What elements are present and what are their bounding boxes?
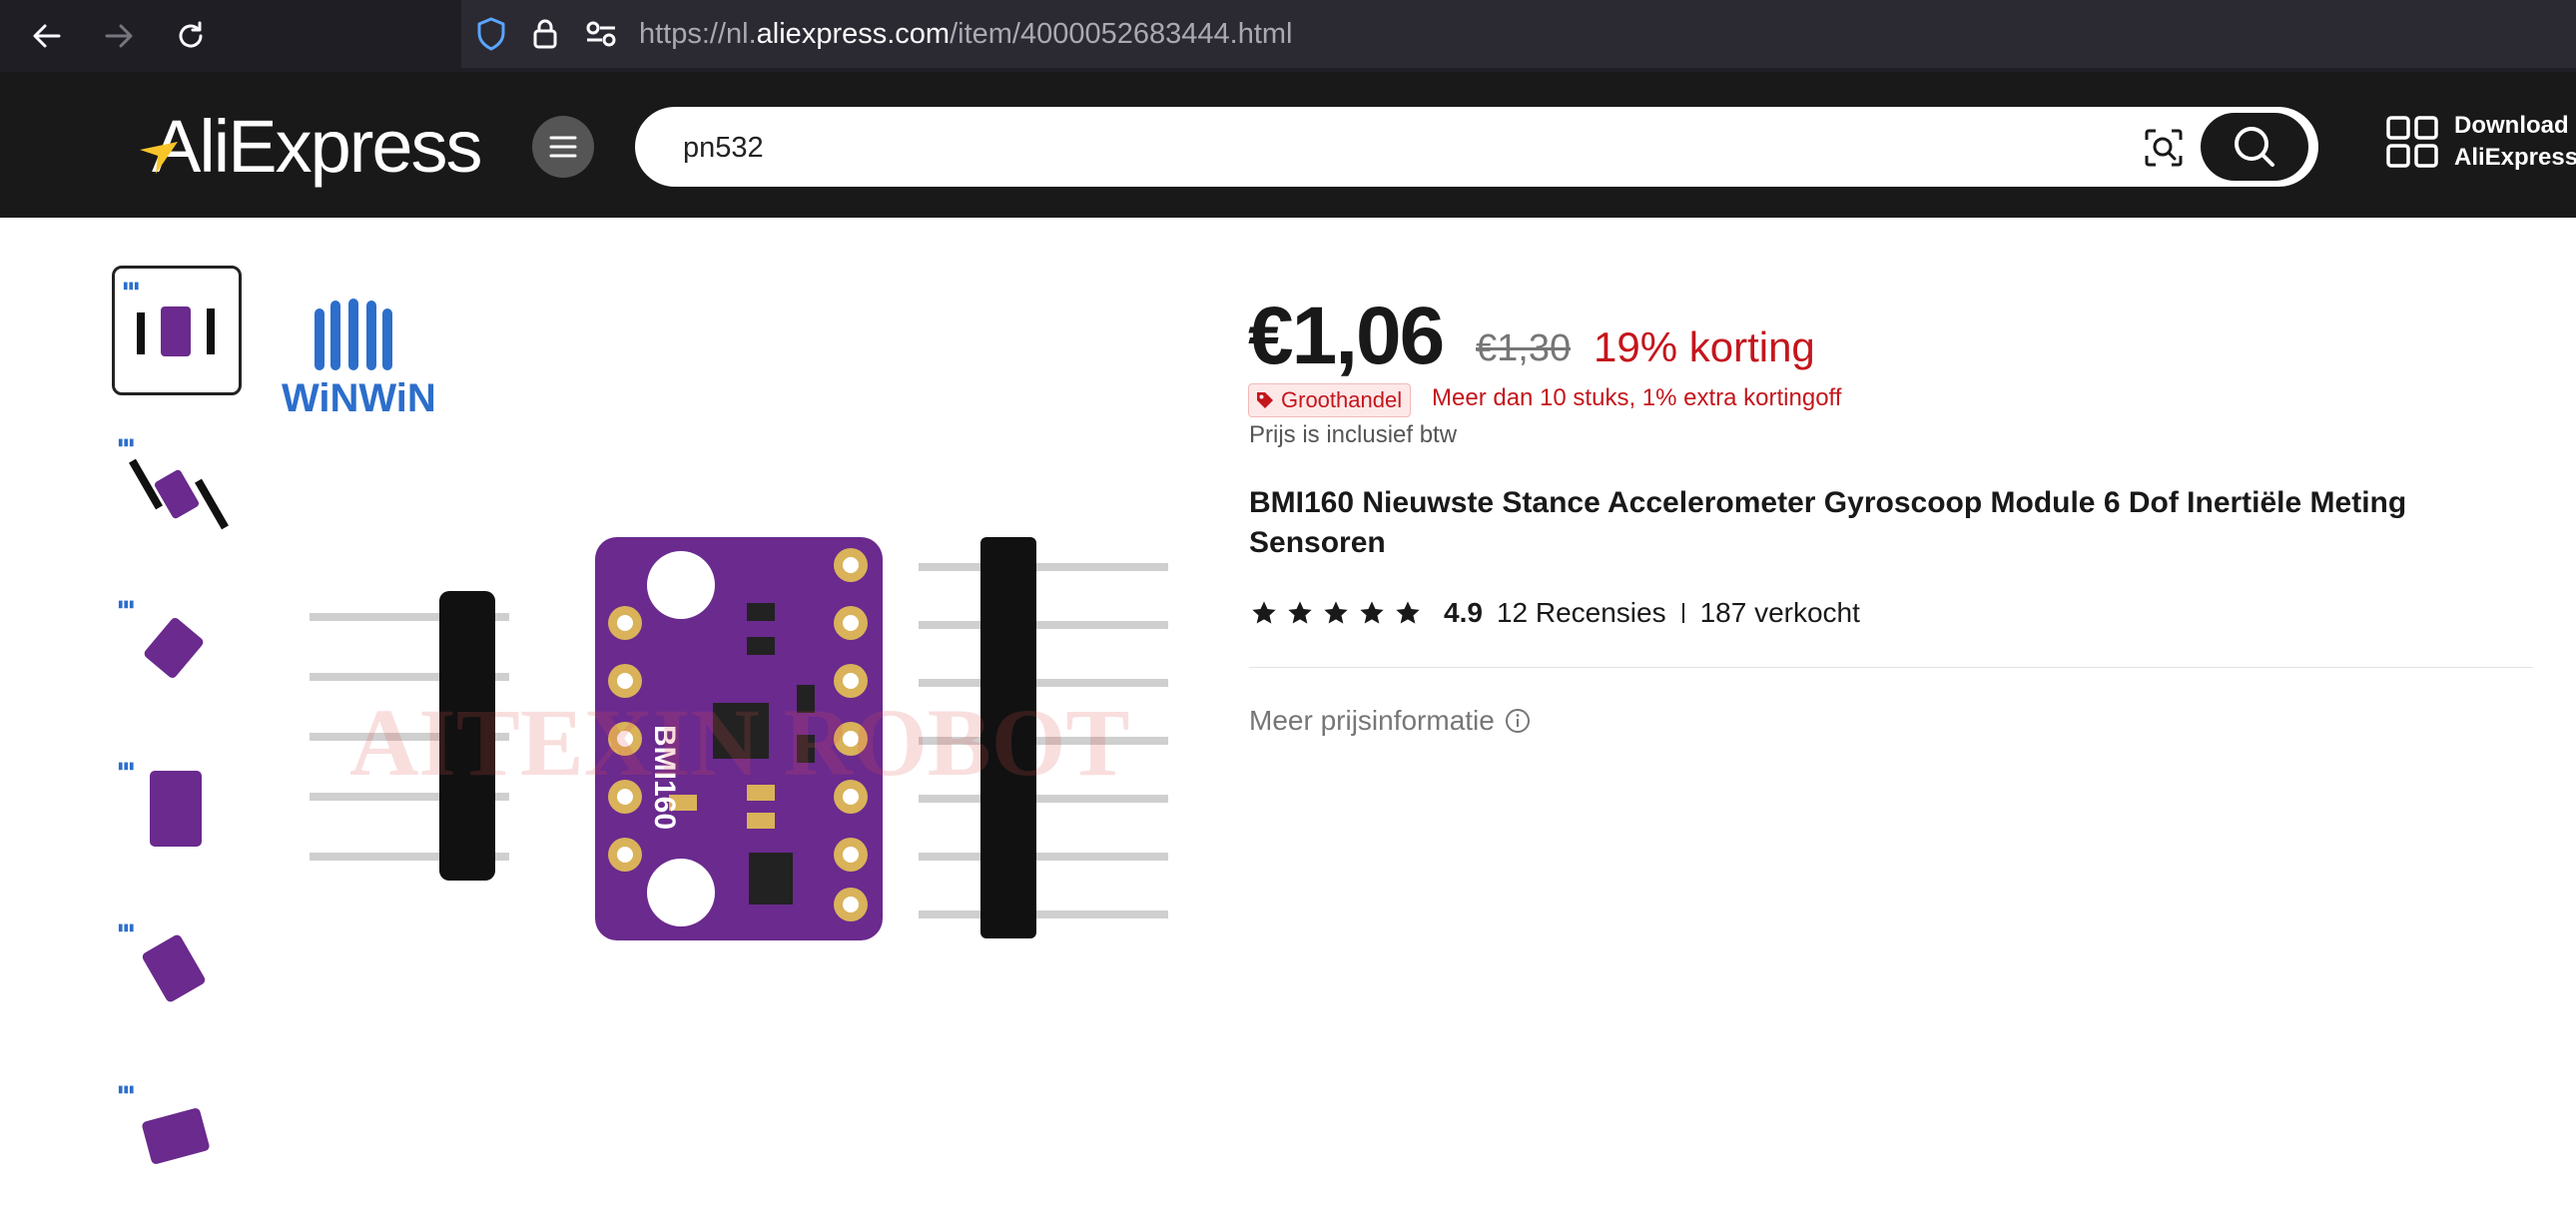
product-photo: WiNWiN BMI160 AITEXIN ROBOT [282, 299, 1168, 940]
logo-star-icon [140, 142, 178, 174]
original-price: €1,30 [1476, 327, 1572, 369]
rating-stars [1250, 599, 1422, 627]
star-icon [1396, 601, 1420, 624]
search-button[interactable] [2201, 113, 2308, 181]
thumbnail-1-image: ▮▮▮ [123, 281, 215, 356]
reload-button[interactable] [166, 12, 216, 60]
url-text[interactable]: https://nl.aliexpress.com/item/400005268… [639, 18, 1293, 51]
sold-count: 187 verkocht [1699, 597, 1860, 628]
discount-label: 19% korting [1594, 323, 1815, 370]
star-icon [1252, 601, 1276, 624]
thumbnail-2[interactable]: ▮▮▮ [112, 427, 242, 557]
rating-value: 4.9 [1444, 597, 1483, 628]
search-bar [635, 107, 2318, 187]
star-icon [1288, 601, 1312, 624]
svg-text:▮▮▮: ▮▮▮ [118, 1084, 135, 1095]
hamburger-icon [549, 136, 577, 158]
divider [1249, 667, 2533, 668]
product-title: BMI160 Nieuwste Stance Accelerometer Gyr… [1249, 486, 2407, 559]
shield-icon[interactable] [473, 16, 509, 52]
download-app-link[interactable]: Download d AliExpress- [2454, 110, 2576, 174]
svg-text:▮▮▮: ▮▮▮ [118, 437, 135, 448]
reload-icon [179, 21, 203, 48]
rating-row: 4.9 12 Recensies 187 verkocht [1250, 593, 1860, 633]
camera-search-icon [2145, 129, 2183, 167]
thumbnail-2-image: ▮▮▮ [118, 437, 229, 530]
lock-icon[interactable] [527, 16, 563, 52]
categories-menu-button[interactable] [532, 116, 594, 178]
search-input[interactable] [681, 125, 2083, 171]
wholesale-badge-label: Groothandel [1281, 387, 1403, 412]
svg-text:▮▮▮: ▮▮▮ [118, 599, 135, 610]
vat-note: Prijs is inclusief btw [1249, 421, 1458, 448]
site-header: AliExpress Download d AliExpress- [0, 72, 2576, 218]
logo-text: AliExpress [152, 105, 483, 188]
download-line2: AliExpress- [2454, 144, 2576, 171]
info-icon [1505, 709, 1530, 733]
thumbnail-3[interactable]: ▮▮▮ [112, 589, 242, 719]
thumbnail-3-image: ▮▮▮ [118, 599, 204, 678]
search-icon [2235, 127, 2274, 167]
thumbnail-5[interactable]: ▮▮▮ [112, 912, 242, 1042]
star-icon [1324, 601, 1348, 624]
thumbnail-1[interactable]: ▮▮▮ [112, 266, 242, 395]
brand-text: WiNWiN [282, 376, 436, 420]
reviews-link[interactable]: 12 Recensies [1497, 597, 1666, 629]
arrow-left-icon [33, 24, 61, 48]
back-button[interactable] [22, 12, 72, 60]
main-product-image[interactable]: WiNWiN BMI160 AITEXIN ROBOT [270, 266, 1188, 964]
tag-icon [1257, 392, 1273, 408]
permissions-icon[interactable] [583, 16, 619, 52]
url-path: /item/4000052683444.html [950, 18, 1293, 50]
image-search-button[interactable] [2141, 125, 2187, 171]
download-line1: Download d [2454, 112, 2576, 139]
more-price-info[interactable]: Meer prijsinformatie [1249, 705, 1531, 737]
thumbnail-4-image: ▮▮▮ [118, 761, 202, 847]
svg-text:▮▮▮: ▮▮▮ [123, 281, 140, 292]
image-watermark: AITEXIN ROBOT [349, 689, 1130, 796]
more-price-info-label: Meer prijsinformatie [1249, 705, 1495, 736]
svg-text:▮▮▮: ▮▮▮ [118, 922, 135, 933]
arrow-right-icon [105, 24, 133, 48]
forward-button[interactable] [94, 12, 144, 60]
thumbnail-6[interactable]: ▮▮▮ [112, 1074, 242, 1192]
current-price: €1,06 [1248, 291, 1445, 381]
thumbnail-5-image: ▮▮▮ [118, 922, 206, 1002]
star-icon [1360, 601, 1384, 624]
url-prefix: https://nl. [639, 18, 757, 50]
browser-toolbar: https://nl.aliexpress.com/item/400005268… [0, 0, 2576, 72]
separator [1681, 603, 1684, 623]
qr-code-icon[interactable] [2386, 116, 2438, 168]
wholesale-badge: Groothandel [1248, 383, 1412, 417]
svg-text:▮▮▮: ▮▮▮ [118, 761, 135, 772]
url-host: aliexpress.com [756, 18, 951, 50]
aliexpress-logo[interactable]: AliExpress [138, 102, 497, 192]
thumbnail-6-image: ▮▮▮ [118, 1084, 210, 1164]
wholesale-info: Meer dan 10 stuks, 1% extra kortingoff [1432, 384, 1842, 411]
winwin-logo: WiNWiN [282, 299, 436, 420]
thumbnail-4[interactable]: ▮▮▮ [112, 751, 242, 881]
